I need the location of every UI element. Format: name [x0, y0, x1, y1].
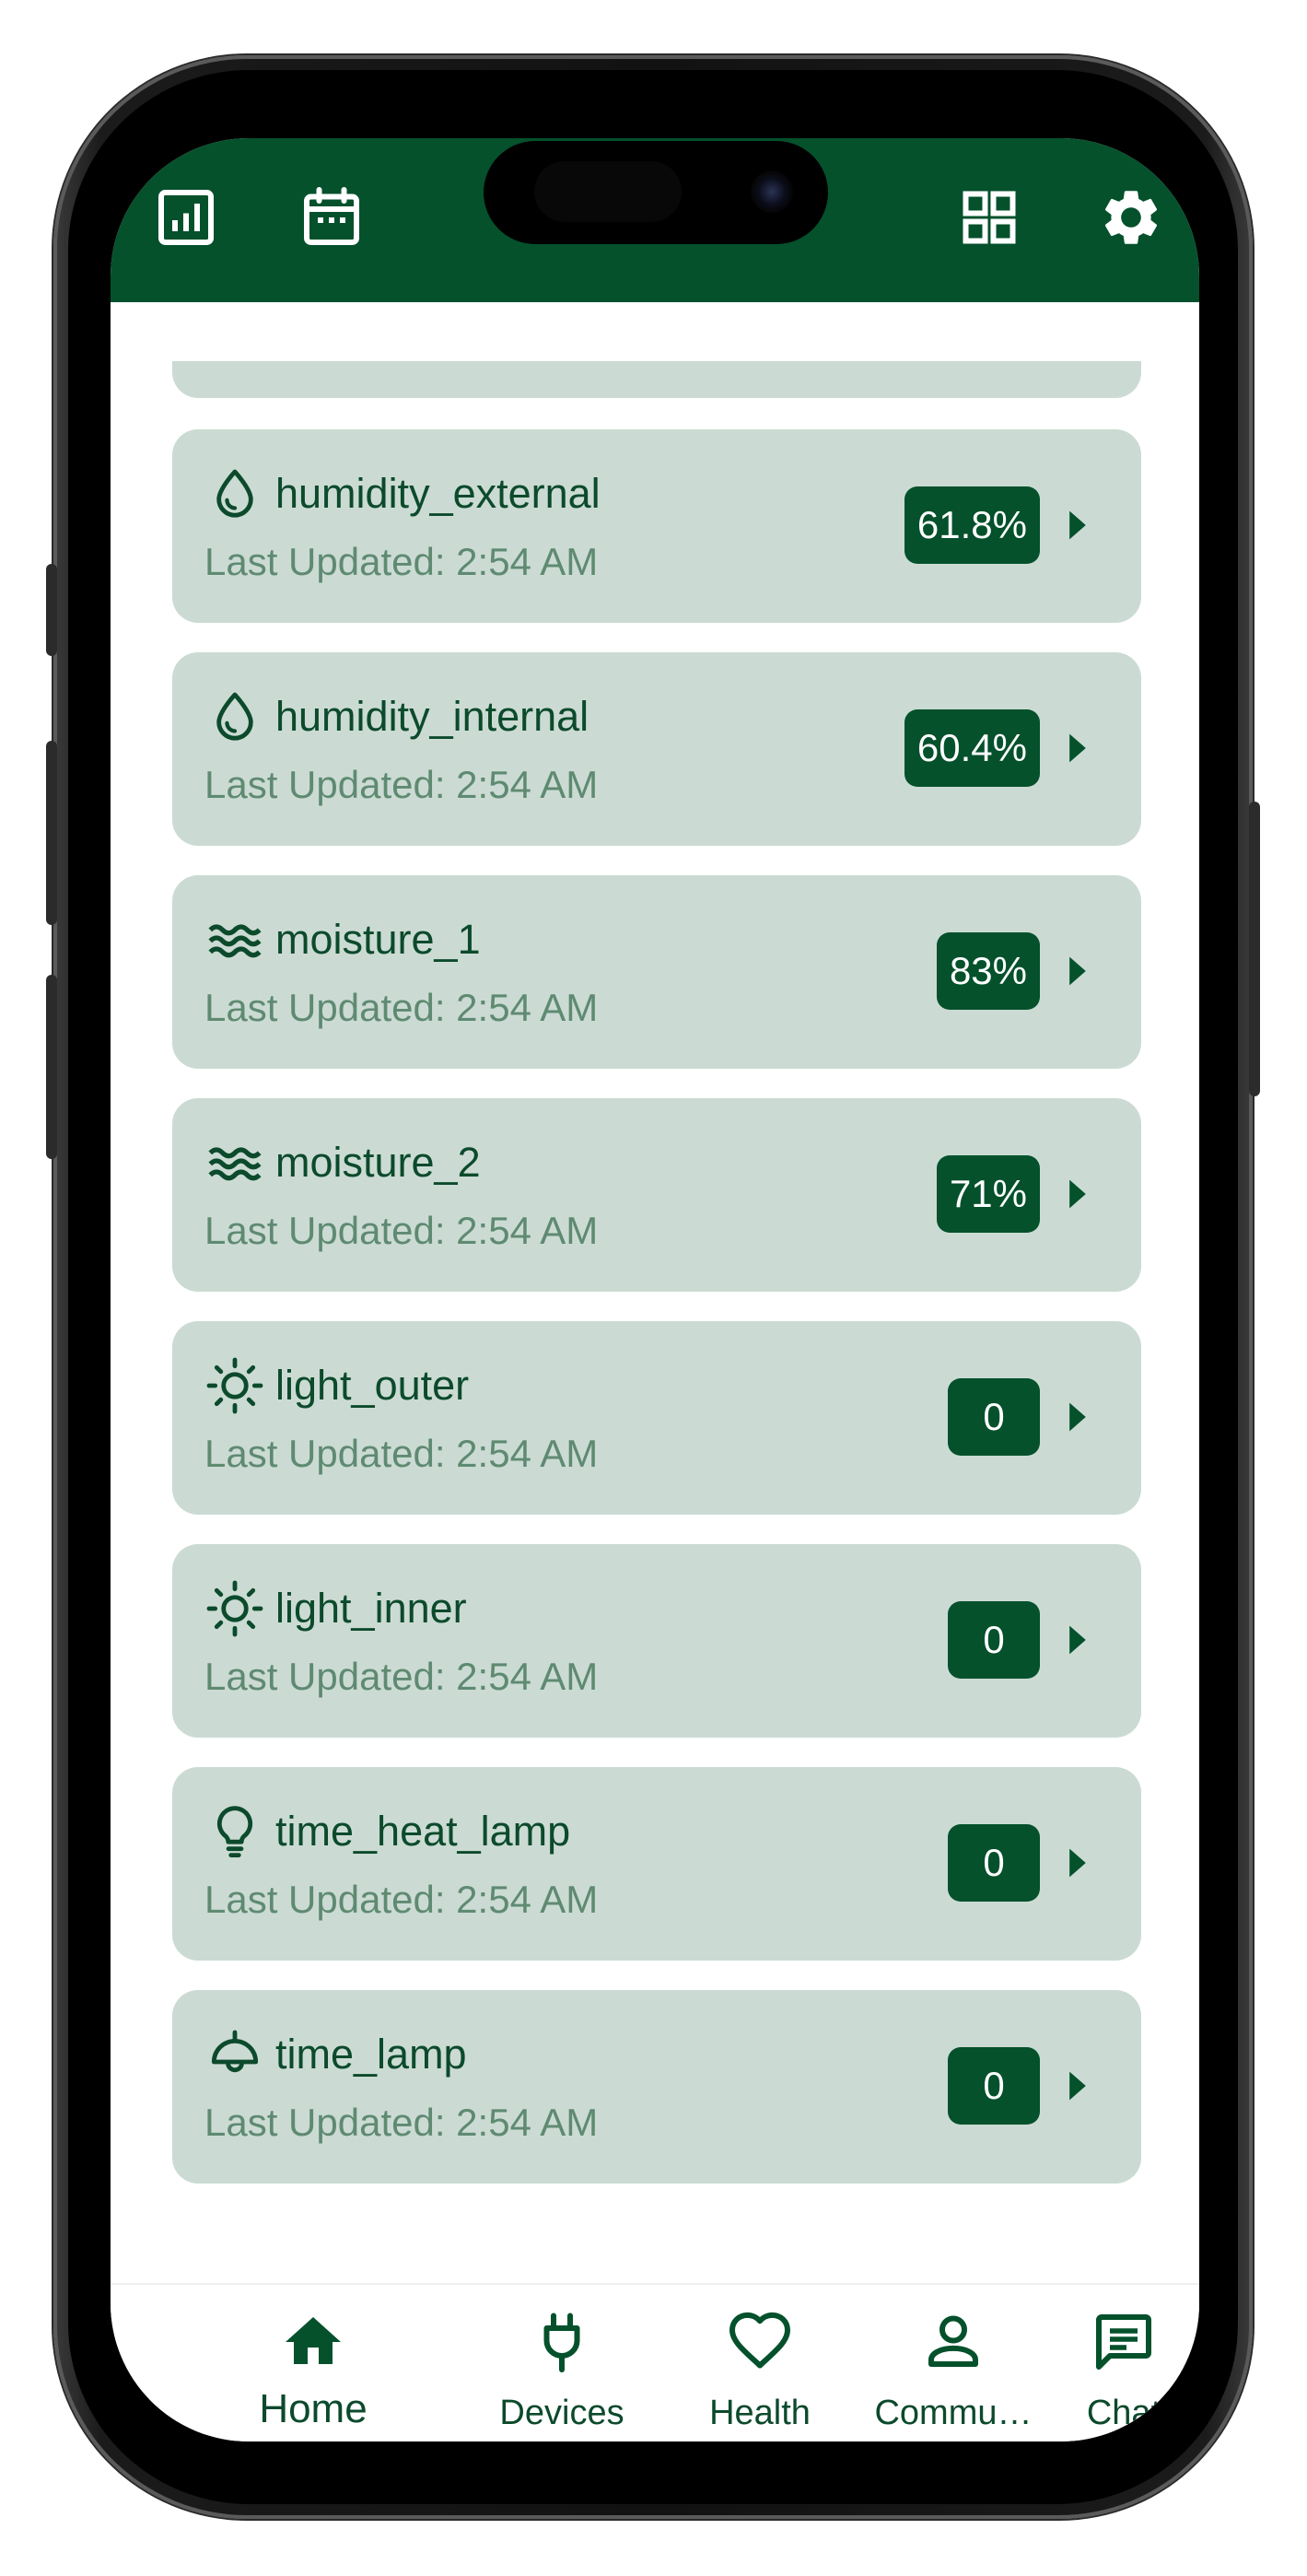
sensor-name: time_lamp — [275, 2031, 467, 2078]
sensor-card-moisture-2[interactable]: moisture_2 Last Updated: 2:54 AM 71% — [172, 1098, 1141, 1292]
plug-icon — [543, 2313, 580, 2372]
last-updated-label: Last Updated: 2:54 AM — [204, 1878, 599, 1921]
ceiling-lamp-icon — [211, 2030, 259, 2073]
last-updated-label: Last Updated: 2:54 AM — [204, 763, 599, 806]
front-camera — [751, 170, 793, 213]
chevron-right-icon[interactable] — [1068, 732, 1088, 765]
last-updated-label: Last Updated: 2:54 AM — [204, 2101, 599, 2144]
sensor-card-time-lamp[interactable]: time_lamp Last Updated: 2:54 AM 0 — [172, 1990, 1141, 2184]
nav-label: Devices — [499, 2394, 624, 2432]
sensor-name: light_outer — [275, 1362, 470, 1409]
water-drop-icon — [216, 692, 253, 741]
power-button — [1249, 802, 1260, 1096]
grid-icon[interactable] — [956, 184, 1022, 251]
sensor-list[interactable]: humidity_external Last Updated: 2:54 AM … — [111, 138, 1199, 2441]
heart-icon — [729, 2312, 790, 2369]
water-drop-icon — [216, 469, 253, 518]
calendar-icon[interactable] — [298, 184, 365, 251]
sensor-value-badge: 0 — [948, 2047, 1040, 2125]
waves-icon — [208, 1147, 262, 1181]
chevron-right-icon[interactable] — [1068, 1623, 1088, 1657]
last-updated-label: Last Updated: 2:54 AM — [204, 986, 599, 1029]
sun-icon — [206, 1580, 263, 1637]
sensor-value-badge: 0 — [948, 1601, 1040, 1679]
chat-icon — [1096, 2314, 1151, 2370]
chevron-right-icon[interactable] — [1068, 509, 1088, 542]
last-updated-label: Last Updated: 2:54 AM — [204, 1209, 599, 1252]
sensor-card-humidity-internal[interactable]: humidity_internal Last Updated: 2:54 AM … — [172, 652, 1141, 846]
sun-icon — [206, 1357, 263, 1414]
nav-item-chat[interactable]: Chat — [1032, 2285, 1199, 2441]
chevron-right-icon[interactable] — [1068, 1177, 1088, 1211]
last-updated-label: Last Updated: 2:54 AM — [204, 1432, 599, 1475]
sensor-card-moisture-1[interactable]: moisture_1 Last Updated: 2:54 AM 83% — [172, 875, 1141, 1069]
waves-icon — [208, 924, 262, 958]
nav-label: Home — [259, 2386, 368, 2431]
volume-up-button — [46, 741, 57, 925]
chart-icon[interactable] — [153, 184, 219, 251]
sensor-value-badge: 0 — [948, 1378, 1040, 1456]
chevron-right-icon[interactable] — [1068, 954, 1088, 988]
sensor-value-badge: 60.4% — [904, 709, 1040, 787]
sensor-name: moisture_1 — [275, 916, 481, 963]
sensor-value-badge: 83% — [936, 932, 1040, 1010]
dynamic-island — [484, 141, 828, 244]
bottom-navigation: Home Devices Health Commu… Chat — [111, 2283, 1199, 2441]
chevron-right-icon[interactable] — [1068, 1400, 1088, 1434]
sensor-name: humidity_internal — [275, 693, 589, 740]
nav-item-devices[interactable]: Devices — [451, 2285, 672, 2441]
sensor-card-light-outer[interactable]: light_outer Last Updated: 2:54 AM 0 — [172, 1321, 1141, 1515]
face-id-sensor — [534, 161, 682, 222]
sensor-value-badge: 61.8% — [904, 486, 1040, 564]
nav-item-home[interactable]: Home — [203, 2285, 424, 2441]
home-icon — [286, 2317, 341, 2364]
nav-label: Health — [709, 2394, 811, 2432]
sensor-name: moisture_2 — [275, 1139, 481, 1186]
nav-label: Chat — [1086, 2394, 1161, 2432]
sensor-name: time_heat_lamp — [275, 1808, 571, 1855]
sensor-card-humidity-external[interactable]: humidity_external Last Updated: 2:54 AM … — [172, 429, 1141, 623]
app-screen: humidity_external Last Updated: 2:54 AM … — [111, 138, 1199, 2441]
sensor-card-time-heat-lamp[interactable]: time_heat_lamp Last Updated: 2:54 AM 0 — [172, 1767, 1141, 1961]
last-updated-label: Last Updated: 2:54 AM — [204, 540, 599, 583]
sensor-value-badge: 71% — [936, 1155, 1040, 1233]
sensor-name: light_inner — [275, 1585, 467, 1632]
volume-down-button — [46, 975, 57, 1159]
sensor-value-badge: 0 — [948, 1824, 1040, 1902]
action-button — [46, 564, 57, 656]
nav-item-health[interactable]: Health — [649, 2285, 870, 2441]
last-updated-label: Last Updated: 2:54 AM — [204, 1655, 599, 1698]
lightbulb-icon — [216, 1806, 253, 1858]
settings-icon[interactable] — [1098, 184, 1164, 251]
sensor-card-light-inner[interactable]: light_inner Last Updated: 2:54 AM 0 — [172, 1544, 1141, 1738]
partial-sensor-card[interactable] — [172, 361, 1141, 398]
chevron-right-icon[interactable] — [1068, 2069, 1088, 2102]
person-icon — [928, 2315, 978, 2367]
chevron-right-icon[interactable] — [1068, 1846, 1088, 1879]
sensor-name: humidity_external — [275, 470, 601, 517]
